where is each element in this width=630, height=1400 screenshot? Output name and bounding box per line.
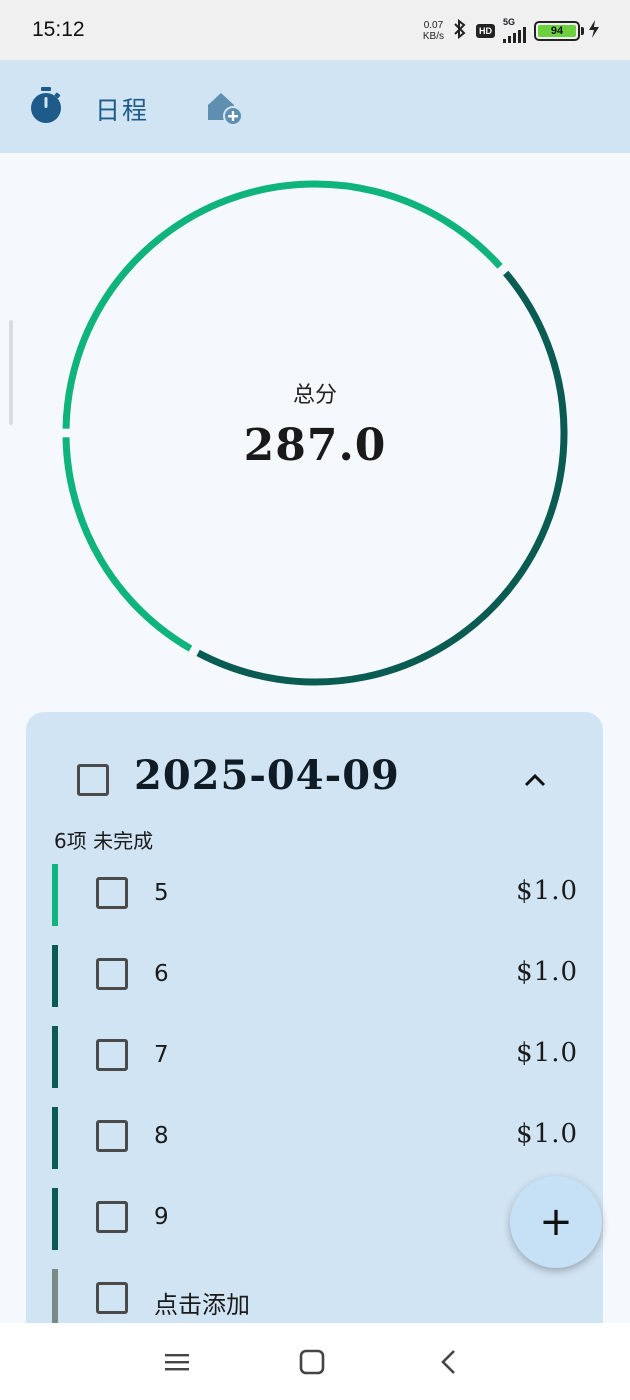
timer-icon[interactable] bbox=[29, 86, 63, 124]
status-bar: 15:12 0.07 KB/s HD 5G 94 bbox=[0, 0, 630, 60]
task-label: 5 bbox=[154, 880, 169, 906]
task-row[interactable]: 8 $1.0 bbox=[52, 1107, 592, 1169]
task-price: $1.0 bbox=[516, 1038, 578, 1068]
task-checkbox[interactable] bbox=[96, 958, 128, 990]
date-checkbox[interactable] bbox=[77, 764, 109, 796]
task-price: $1.0 bbox=[516, 957, 578, 987]
card-summary: 6项 未完成 bbox=[54, 829, 154, 853]
plus-icon: + bbox=[539, 1199, 573, 1245]
network-speed-value: 0.07 bbox=[423, 19, 444, 31]
tab-schedule[interactable]: 日程 bbox=[95, 91, 149, 127]
task-bar bbox=[52, 1269, 58, 1331]
system-nav-bar bbox=[0, 1323, 630, 1400]
task-checkbox[interactable] bbox=[96, 1201, 128, 1233]
network-speed-unit: KB/s bbox=[422, 30, 444, 42]
task-bar bbox=[52, 1026, 58, 1088]
back-chevron-icon[interactable] bbox=[434, 1347, 464, 1377]
task-label: 9 bbox=[154, 1204, 169, 1230]
task-row[interactable]: 7 $1.0 bbox=[52, 1026, 592, 1088]
task-checkbox[interactable] bbox=[96, 877, 128, 909]
task-label: 7 bbox=[154, 1042, 169, 1068]
task-label: 6 bbox=[154, 961, 169, 987]
add-task-row[interactable]: 点击添加 bbox=[52, 1269, 592, 1331]
score-value: 287.0 bbox=[243, 420, 387, 471]
menu-icon[interactable] bbox=[162, 1347, 192, 1377]
network-type: 5G bbox=[503, 17, 516, 27]
signal-icon: 5G bbox=[503, 18, 526, 43]
scroll-indicator[interactable] bbox=[9, 320, 13, 425]
task-bar bbox=[52, 864, 58, 926]
date-card: 2025-04-09 6项 未完成 5 $1.0 6 $1.0 7 $1.0 8… bbox=[26, 712, 603, 1400]
task-bar bbox=[52, 1188, 58, 1250]
home-add-icon[interactable] bbox=[206, 90, 244, 126]
hd-badge: HD bbox=[476, 23, 495, 38]
task-checkbox[interactable] bbox=[96, 1120, 128, 1152]
task-row[interactable]: 6 $1.0 bbox=[52, 945, 592, 1007]
app-bar: 日程 bbox=[0, 60, 630, 153]
battery-icon: 94 bbox=[534, 20, 584, 41]
ring-segment-dark bbox=[196, 270, 568, 686]
task-row[interactable]: 5 $1.0 bbox=[52, 864, 592, 926]
task-label: 8 bbox=[154, 1123, 169, 1149]
bluetooth-icon bbox=[452, 18, 468, 43]
task-bar bbox=[52, 1107, 58, 1169]
task-bar bbox=[52, 945, 58, 1007]
status-time: 15:12 bbox=[32, 18, 85, 41]
score-label: 总分 bbox=[292, 383, 337, 408]
add-task-label[interactable]: 点击添加 bbox=[154, 1285, 250, 1320]
add-fab-button[interactable]: + bbox=[510, 1176, 602, 1268]
home-square-icon[interactable] bbox=[297, 1347, 327, 1377]
status-icons: 0.07 KB/s HD 5G 94 bbox=[423, 18, 600, 43]
chevron-up-icon[interactable] bbox=[520, 766, 550, 796]
score-ring: 总分 287.0 bbox=[60, 180, 570, 686]
task-price: $1.0 bbox=[516, 1119, 578, 1149]
charging-bolt-icon bbox=[588, 19, 600, 43]
task-price: $1.0 bbox=[516, 876, 578, 906]
battery-level: 94 bbox=[538, 24, 576, 37]
network-speed: 0.07 KB/s bbox=[423, 20, 444, 42]
task-checkbox[interactable] bbox=[96, 1282, 128, 1314]
card-date: 2025-04-09 bbox=[134, 752, 400, 799]
task-checkbox[interactable] bbox=[96, 1039, 128, 1071]
